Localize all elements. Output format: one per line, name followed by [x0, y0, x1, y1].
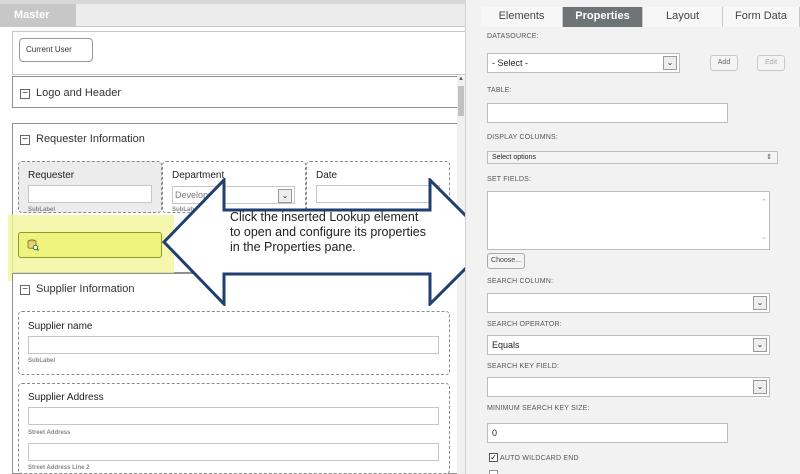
- current-user-element[interactable]: Current User: [19, 38, 93, 62]
- supplier-name-label: Supplier name: [28, 321, 93, 332]
- street-address-line2-sublabel: Street Address Line 2: [28, 465, 90, 471]
- chevron-down-icon[interactable]: ⌄: [753, 296, 767, 310]
- lookup-database-icon: [27, 239, 39, 251]
- street-address-input[interactable]: [28, 407, 439, 425]
- tab-elements[interactable]: Elements: [481, 7, 563, 27]
- chevron-down-icon[interactable]: ⌄: [753, 380, 767, 394]
- datasource-edit-button[interactable]: Edit: [757, 55, 785, 71]
- chevron-down-icon[interactable]: ⌄: [753, 338, 767, 352]
- display-columns-value: Select options: [492, 154, 536, 161]
- updown-icon: ⇕: [766, 154, 772, 161]
- search-operator-value: Equals: [492, 340, 520, 350]
- canvas-scroll-thumb[interactable]: [458, 86, 464, 116]
- min-search-key-size-label: MINIMUM SEARCH KEY SIZE:: [487, 405, 590, 412]
- requester-input[interactable]: [28, 185, 152, 203]
- collapse-minus-icon[interactable]: −: [20, 135, 30, 145]
- datasource-add-button[interactable]: Add: [710, 55, 738, 71]
- display-columns-label: DISPLAY COLUMNS:: [487, 134, 559, 141]
- chevron-down-icon[interactable]: ⌄: [663, 56, 677, 70]
- supplier-name-sublabel: SubLabel: [28, 358, 56, 364]
- tab-layout[interactable]: Layout: [643, 7, 723, 27]
- search-key-field-select[interactable]: ⌄: [487, 377, 770, 397]
- next-option-checkbox[interactable]: [489, 470, 498, 474]
- tab-properties[interactable]: Properties: [563, 7, 643, 27]
- display-columns-select[interactable]: Select options ⇕: [487, 151, 778, 164]
- set-fields-textarea[interactable]: ⌃ ⌄: [487, 191, 770, 250]
- requester-sublabel: SubLabel: [28, 207, 56, 213]
- requester-label: Requester: [28, 170, 75, 181]
- set-fields-label: SET FIELDS:: [487, 176, 532, 183]
- scroll-up-icon[interactable]: ⌃: [761, 194, 767, 212]
- tab-master-view[interactable]: Master View: [0, 4, 76, 43]
- tab-form-data[interactable]: Form Data: [723, 7, 800, 27]
- auto-wildcard-end-label: AUTO WILDCARD END: [500, 455, 579, 462]
- choose-button[interactable]: Choose...: [487, 253, 525, 269]
- street-address-sublabel: Street Address: [28, 430, 71, 436]
- datasource-select[interactable]: - Select - ⌄: [487, 53, 680, 73]
- datasource-label: DATASOURCE:: [487, 33, 539, 40]
- min-search-key-size-input[interactable]: 0: [487, 423, 728, 443]
- section-title-supplier-information: Supplier Information: [36, 283, 135, 295]
- search-operator-label: SEARCH OPERATOR:: [487, 321, 562, 328]
- collapse-minus-icon[interactable]: −: [20, 89, 30, 99]
- search-column-label: SEARCH COLUMN:: [487, 278, 554, 285]
- table-input[interactable]: [487, 103, 728, 123]
- datasource-select-value: - Select -: [492, 58, 529, 68]
- lookup-element[interactable]: [18, 232, 162, 258]
- auto-wildcard-end-checkbox[interactable]: ✓: [489, 453, 498, 462]
- search-key-field-label: SEARCH KEY FIELD:: [487, 363, 560, 370]
- scroll-down-icon[interactable]: ⌄: [761, 229, 767, 247]
- supplier-name-input[interactable]: [28, 336, 439, 354]
- supplier-address-label: Supplier Address: [28, 392, 104, 403]
- section-title-requester-information: Requester Information: [36, 133, 145, 145]
- street-address-line2-input[interactable]: [28, 443, 439, 461]
- scroll-up-icon[interactable]: ▲: [458, 76, 464, 84]
- callout-text: Click the inserted Lookup element to ope…: [230, 210, 426, 254]
- search-operator-select[interactable]: Equals ⌄: [487, 335, 770, 355]
- collapse-minus-icon[interactable]: −: [20, 285, 30, 295]
- search-column-select[interactable]: ⌄: [487, 293, 770, 313]
- section-title-logo-header: Logo and Header: [36, 87, 122, 99]
- table-label: TABLE:: [487, 87, 512, 94]
